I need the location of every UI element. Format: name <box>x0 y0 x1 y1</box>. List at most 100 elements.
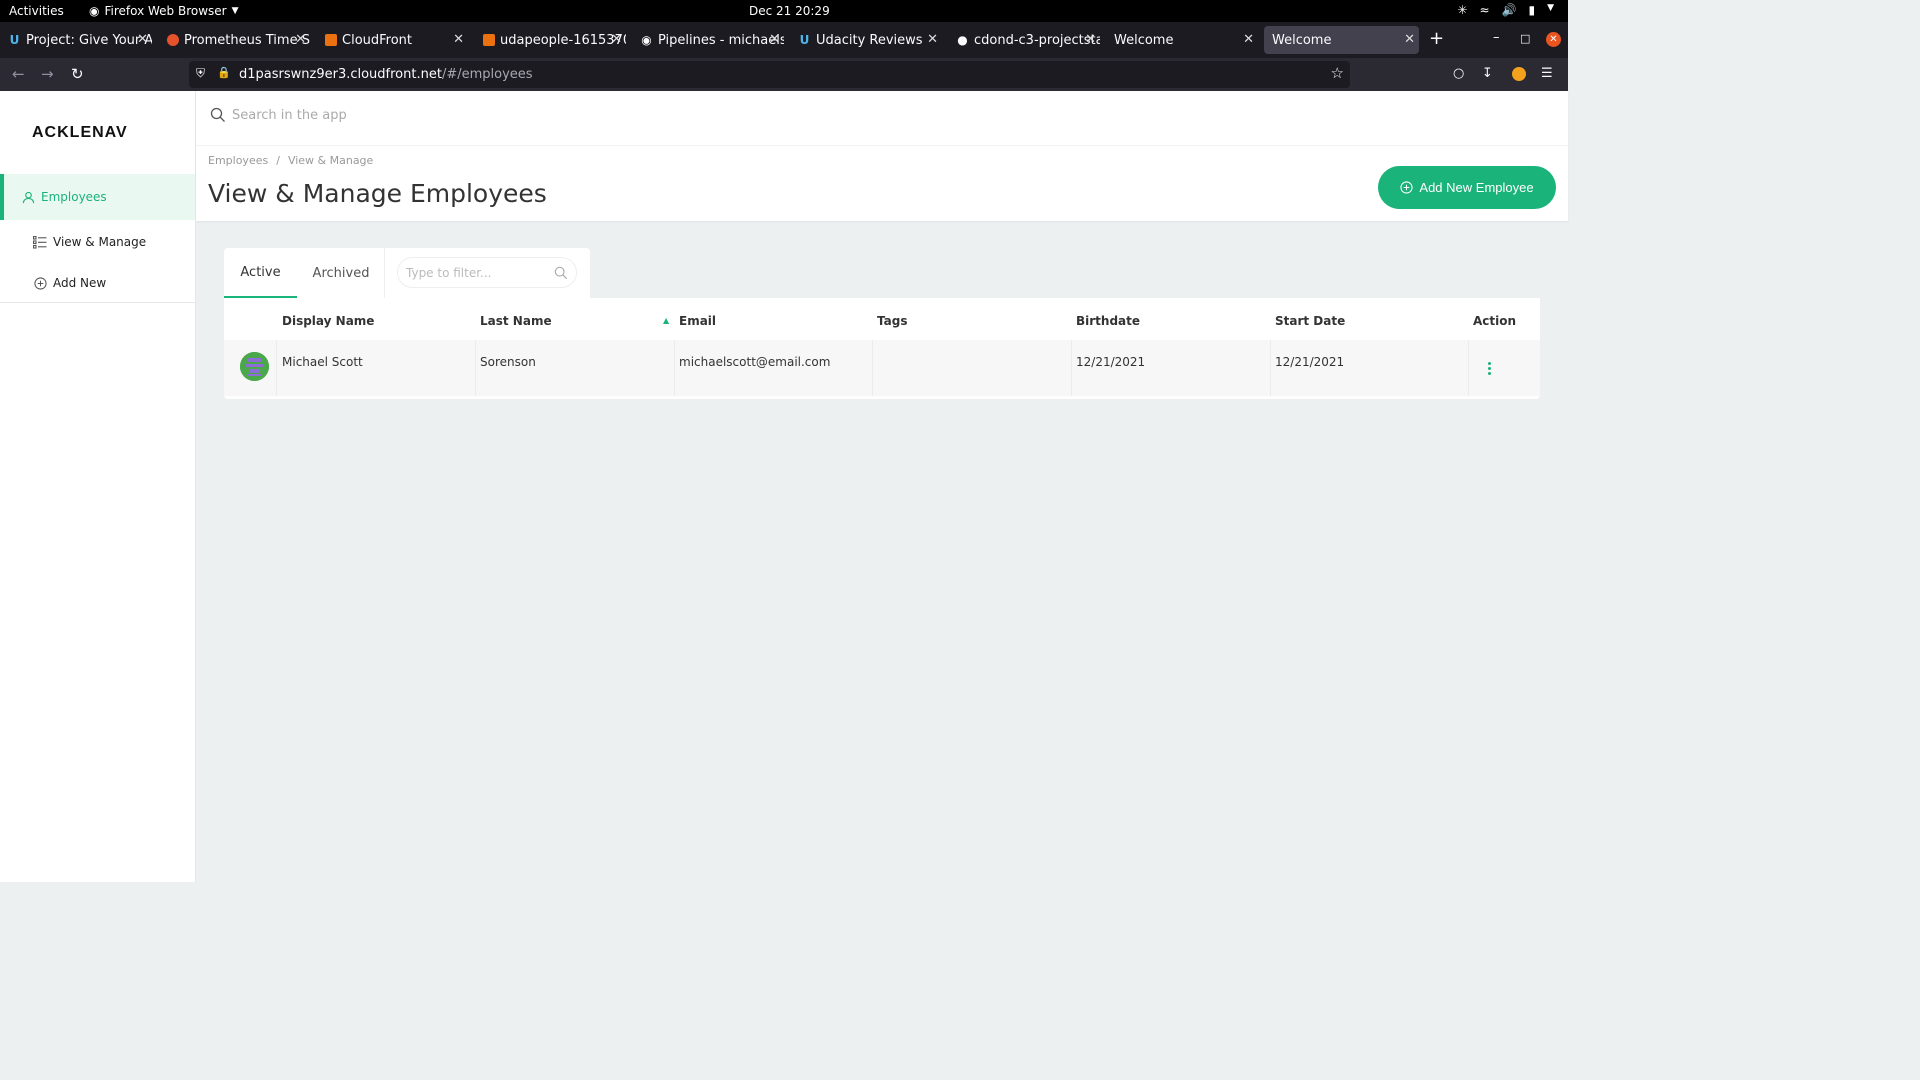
column-divider <box>276 340 277 396</box>
app-menu[interactable]: ◉ Firefox Web Browser ▼ <box>89 4 239 18</box>
aws-icon <box>324 33 337 47</box>
close-icon[interactable]: ✕ <box>1243 32 1254 47</box>
browser-nav-bar: ← → ↻ ⛨ 🔒 d1pasrswnz9er3.cloudfront.net/… <box>0 58 1568 91</box>
extension-icon[interactable] <box>1512 67 1526 81</box>
tab-archived[interactable]: Archived <box>304 248 378 298</box>
column-header-last-name[interactable]: Last Name <box>480 314 552 328</box>
system-top-bar: Activities ◉ Firefox Web Browser ▼ Dec 2… <box>0 0 1568 22</box>
shield-icon[interactable]: ⛨ <box>196 66 205 81</box>
close-icon[interactable]: ✕ <box>453 32 464 47</box>
tabs-divider <box>384 248 385 298</box>
slack-icon[interactable]: ✳ <box>1457 3 1467 17</box>
close-icon[interactable]: ✕ <box>295 32 306 47</box>
browser-tab[interactable]: Prometheus Time Se ✕ <box>158 26 310 54</box>
column-header-email[interactable]: Email <box>679 314 716 328</box>
column-header-birthdate[interactable]: Birthdate <box>1076 314 1140 328</box>
tab-title: Prometheus Time Se <box>184 32 310 48</box>
lock-icon[interactable]: 🔒 <box>217 66 231 79</box>
browser-tab[interactable]: udapeople-1615370 ✕ <box>474 26 626 54</box>
header-divider <box>196 145 1568 146</box>
tab-title: Project: Give Your Ap <box>26 32 152 48</box>
aws-icon <box>482 33 495 47</box>
cell-email: michaelscott@email.com <box>679 355 831 369</box>
browser-tab[interactable]: Welcome ✕ <box>1106 26 1258 54</box>
system-clock[interactable]: Dec 21 20:29 <box>749 4 830 18</box>
close-icon[interactable]: ✕ <box>611 32 622 47</box>
app-logo: ACKLENAV <box>32 124 128 141</box>
battery-icon[interactable]: ▮ <box>1528 3 1535 17</box>
column-divider <box>1270 340 1271 396</box>
column-divider <box>475 340 476 396</box>
tab-title: udapeople-1615370 <box>500 32 626 48</box>
page-title: View & Manage Employees <box>208 179 547 208</box>
status-tabs: Active Archived Type to filter... <box>224 248 590 298</box>
wifi-icon[interactable]: ≈ <box>1479 3 1489 17</box>
tab-active[interactable]: Active <box>224 248 297 298</box>
app-search[interactable]: Search in the app <box>210 107 347 123</box>
browser-tab-active[interactable]: Welcome ✕ <box>1264 26 1419 54</box>
cell-start-date: 12/21/2021 <box>1275 355 1345 369</box>
hamburger-menu-icon[interactable]: ☰ <box>1541 66 1553 81</box>
tab-title: cdond-c3-projectsta <box>974 32 1100 48</box>
github-icon: ● <box>957 32 968 47</box>
sidebar-item-label: Add New <box>53 276 107 290</box>
window-close-button[interactable]: ✕ <box>1546 32 1561 47</box>
browser-tab[interactable]: ◉ Pipelines - michaelsc ✕ <box>632 26 784 54</box>
system-tray[interactable]: ✳ ≈ 🔊 ▮ ▼ <box>1457 3 1554 17</box>
browser-tab[interactable]: U Udacity Reviews ✕ <box>790 26 942 54</box>
add-new-employee-button[interactable]: Add New Employee <box>1378 166 1556 209</box>
close-icon[interactable]: ✕ <box>769 32 780 47</box>
app-sidebar: ACKLENAV Employees View & Manage Add New <box>0 91 196 882</box>
browser-tab-strip: U Project: Give Your Ap ✕ Prometheus Tim… <box>0 22 1568 58</box>
sidebar-item-view-manage[interactable]: View & Manage <box>0 219 195 265</box>
search-icon <box>554 266 568 280</box>
volume-icon[interactable]: 🔊 <box>1502 3 1517 17</box>
chevron-down-icon[interactable]: ▼ <box>1547 3 1554 17</box>
column-header-start-date[interactable]: Start Date <box>1275 314 1345 328</box>
sort-ascending-icon[interactable]: ▲ <box>663 316 669 325</box>
column-header-display-name[interactable]: Display Name <box>282 314 374 328</box>
sidebar-item-employees[interactable]: Employees <box>0 174 195 220</box>
reload-icon[interactable]: ↻ <box>71 65 84 83</box>
cell-birthdate: 12/21/2021 <box>1076 355 1146 369</box>
maximize-icon[interactable]: □ <box>1520 32 1530 45</box>
url-text[interactable]: d1pasrswnz9er3.cloudfront.net/#/employee… <box>239 67 533 82</box>
browser-tab[interactable]: U Project: Give Your Ap ✕ <box>0 26 152 54</box>
star-icon[interactable]: ☆ <box>1331 64 1344 82</box>
forward-arrow-icon[interactable]: → <box>41 65 54 83</box>
minimize-icon[interactable]: – <box>1493 30 1500 45</box>
close-icon[interactable]: ✕ <box>1404 32 1415 47</box>
table-row[interactable]: Michael Scott Sorenson michaelscott@emai… <box>224 340 1540 396</box>
new-tab-button[interactable]: + <box>1429 28 1444 49</box>
breadcrumb-item[interactable]: Employees <box>208 154 268 167</box>
pocket-icon[interactable]: ○ <box>1453 66 1464 81</box>
close-icon[interactable]: ✕ <box>1085 32 1096 47</box>
download-icon[interactable]: ↧ <box>1482 66 1493 81</box>
close-icon[interactable]: ✕ <box>137 32 148 47</box>
sidebar-divider <box>0 302 195 303</box>
close-icon[interactable]: ✕ <box>927 32 938 47</box>
udacity-icon: U <box>9 32 20 47</box>
filter-input[interactable]: Type to filter... <box>397 257 577 288</box>
employees-table: Display Name Last Name ▲ Email Tags Birt… <box>224 298 1540 399</box>
breadcrumb-separator: / <box>276 154 280 167</box>
activities-button[interactable]: Activities <box>9 4 64 18</box>
column-divider <box>1468 340 1469 396</box>
user-icon <box>21 190 35 204</box>
add-button-label: Add New Employee <box>1419 180 1534 195</box>
browser-tab[interactable]: ● cdond-c3-projectsta ✕ <box>948 26 1100 54</box>
circleci-icon: ◉ <box>641 32 652 47</box>
sidebar-item-add-new[interactable]: Add New <box>0 260 195 306</box>
list-icon <box>33 235 47 249</box>
search-icon <box>210 107 226 123</box>
kebab-menu-icon[interactable] <box>1488 362 1492 377</box>
column-divider <box>1071 340 1072 396</box>
url-path: /#/employees <box>441 67 533 82</box>
firefox-icon: ◉ <box>89 4 100 18</box>
cell-last-name: Sorenson <box>480 355 536 369</box>
back-arrow-icon[interactable]: ← <box>12 65 25 83</box>
url-bar[interactable]: ⛨ 🔒 d1pasrswnz9er3.cloudfront.net/#/empl… <box>189 61 1350 88</box>
browser-tab[interactable]: CloudFront ✕ <box>316 26 468 54</box>
column-header-tags[interactable]: Tags <box>877 314 907 328</box>
search-input[interactable]: Search in the app <box>232 108 347 123</box>
